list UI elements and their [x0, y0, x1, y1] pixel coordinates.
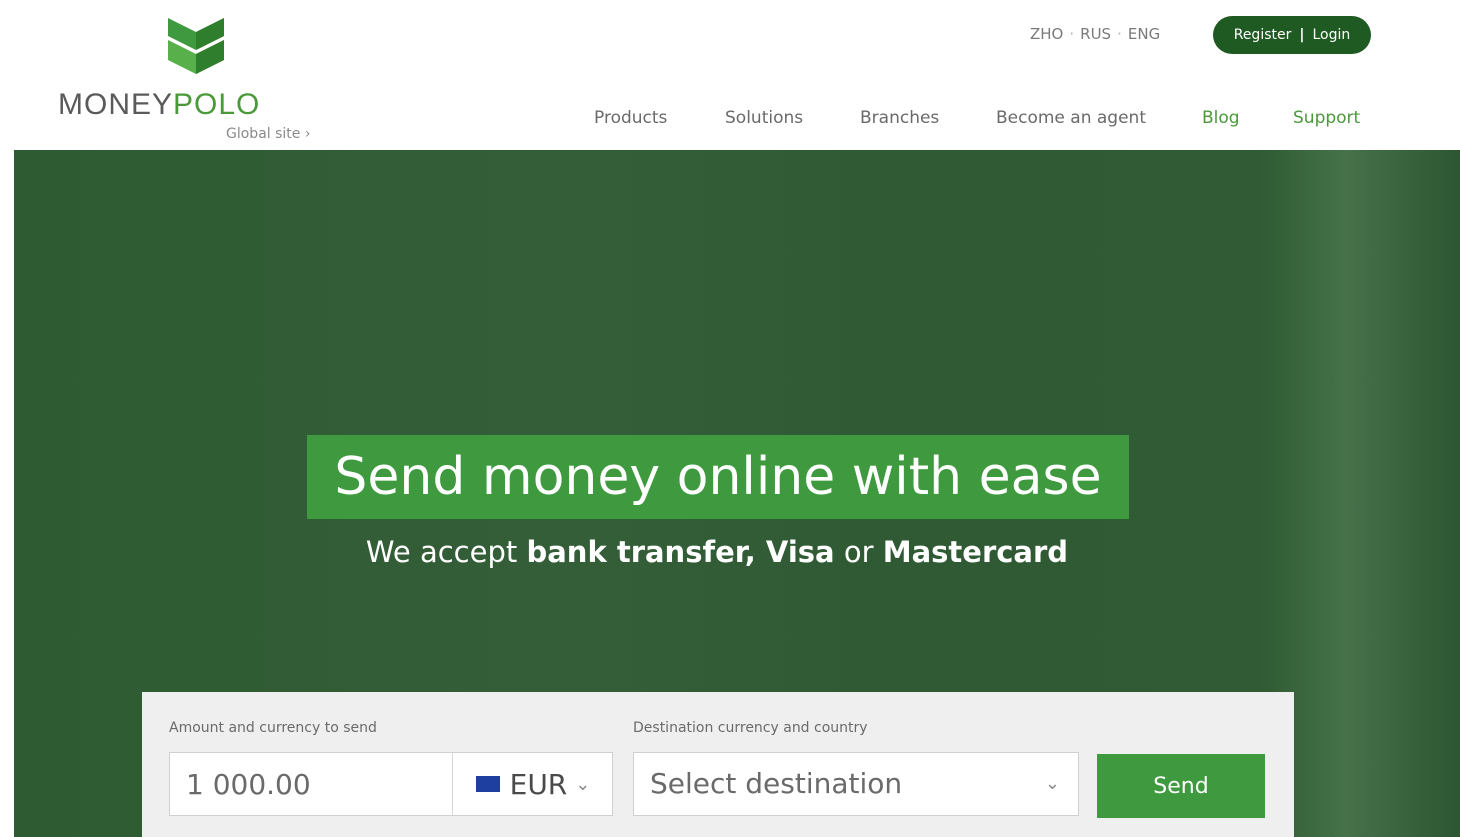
hero-background-shade	[1270, 150, 1460, 837]
lang-eng[interactable]: ENG	[1128, 25, 1160, 43]
register-link[interactable]: Register	[1234, 27, 1292, 43]
chevron-down-icon: ⌄	[575, 773, 591, 795]
sub-prefix: We accept	[365, 535, 527, 569]
destination-label: Destination currency and country	[633, 720, 868, 736]
hero-subheadline: We accept bank transfer, Visa or Masterc…	[14, 535, 1420, 569]
nav-branches[interactable]: Branches	[860, 108, 939, 128]
nav-support[interactable]: Support	[1293, 108, 1360, 128]
amount-label: Amount and currency to send	[169, 720, 377, 736]
language-switcher: ZHO · RUS · ENG	[1030, 25, 1160, 43]
global-site-link[interactable]: Global site ›	[226, 126, 310, 142]
nav-solutions[interactable]: Solutions	[725, 108, 803, 128]
lang-zho[interactable]: ZHO	[1030, 25, 1063, 43]
moneypolo-logo[interactable]: MONEYPOLO Global site ›	[58, 18, 338, 148]
chevron-down-icon: ⌄	[1044, 773, 1060, 794]
send-button[interactable]: Send	[1097, 754, 1265, 818]
nav-products[interactable]: Products	[594, 108, 667, 128]
destination-placeholder: Select destination	[650, 767, 903, 800]
sub-mid: or	[834, 535, 883, 569]
destination-select[interactable]: Select destination ⌄	[633, 752, 1079, 816]
nav-become-agent[interactable]: Become an agent	[996, 108, 1146, 128]
site-header: MONEYPOLO Global site › ZHO · RUS · ENG Regi…	[0, 0, 1460, 150]
headline-highlight: Send money online with ease	[307, 435, 1129, 519]
brand-name-part1: MONEY	[58, 88, 174, 121]
currency-select[interactable]: EUR ⌄	[453, 753, 613, 815]
login-link[interactable]: Login	[1312, 27, 1350, 43]
hero-headline: Send money online with ease	[334, 447, 1102, 507]
amount-field: EUR ⌄	[169, 752, 613, 816]
currency-code: EUR	[509, 767, 568, 801]
nav-blog[interactable]: Blog	[1202, 108, 1240, 128]
sub-bold-mastercard: Mastercard	[882, 535, 1069, 569]
lang-separator: ·	[1117, 25, 1122, 43]
transfer-form: Amount and currency to send EUR ⌄ Destin…	[142, 692, 1294, 837]
brand-name-part2: POLO	[173, 88, 261, 121]
hero-section: Send money online with ease We accept ba…	[14, 150, 1460, 837]
lang-separator: ·	[1069, 25, 1075, 43]
chevron-logo-icon	[168, 18, 224, 74]
lang-rus[interactable]: RUS	[1080, 25, 1111, 43]
amount-input[interactable]	[170, 753, 452, 815]
auth-separator: |	[1299, 27, 1305, 43]
brand-wordmark: MONEYPOLO	[58, 88, 260, 122]
sub-bold-payment: bank transfer, Visa	[526, 535, 835, 569]
auth-pill: Register | Login	[1213, 16, 1371, 54]
eu-flag-icon	[475, 776, 500, 792]
